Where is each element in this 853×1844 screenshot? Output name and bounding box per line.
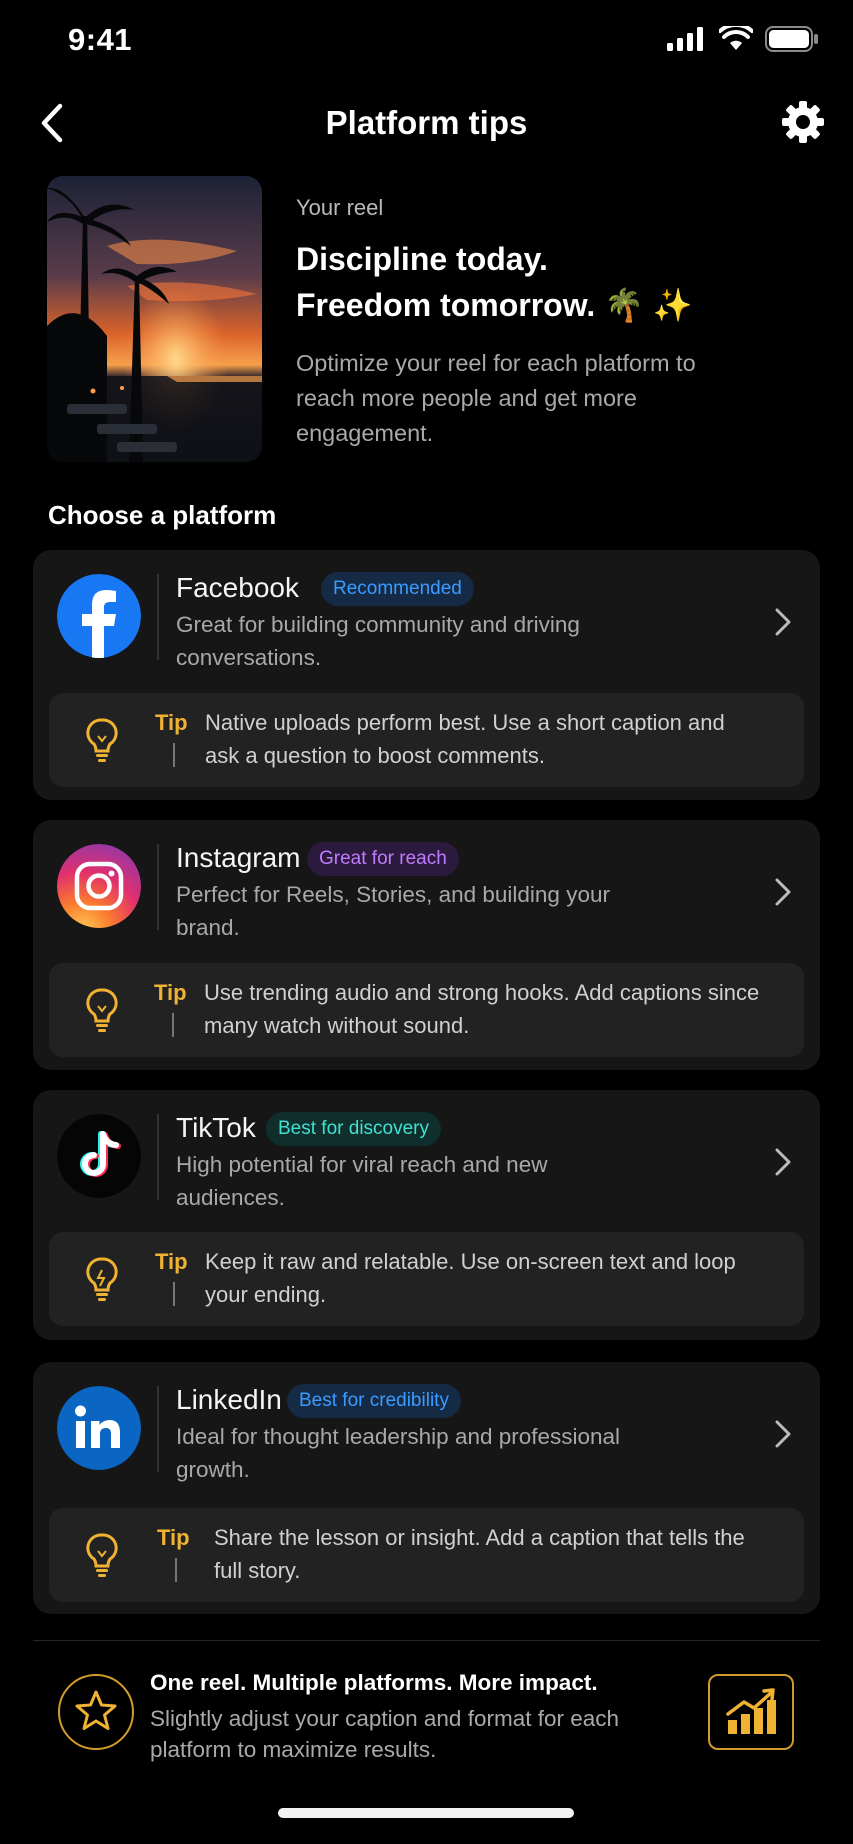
tip-text: Use trending audio and strong hooks. Add… xyxy=(204,980,760,1038)
chevron-right-icon[interactable] xyxy=(772,1416,794,1452)
facebook-logo-icon xyxy=(57,574,141,658)
star-badge xyxy=(58,1674,134,1750)
tip-divider xyxy=(172,1013,174,1037)
tip-box: Tip Keep it raw and relatable. Use on-sc… xyxy=(49,1232,804,1326)
lightbulb-icon xyxy=(86,988,118,1032)
status-time: 9:41 xyxy=(68,22,133,57)
star-icon xyxy=(75,1690,117,1730)
chevron-right-icon[interactable] xyxy=(772,1144,794,1180)
tiktok-logo-icon xyxy=(57,1114,141,1198)
page-title: Platform tips xyxy=(325,104,528,141)
lightbulb-icon xyxy=(86,1257,118,1301)
tip-label: Tip xyxy=(155,710,188,735)
lightbulb-icon xyxy=(86,718,118,762)
platform-card-facebook[interactable]: Facebook Recommended Great for building … xyxy=(33,550,820,800)
platform-description: Great for building community and driving… xyxy=(176,612,580,670)
analytics-button[interactable] xyxy=(708,1674,794,1750)
platform-card-instagram[interactable]: Instagram Great for reach Perfect for Re… xyxy=(33,820,820,1070)
platform-name: Facebook xyxy=(176,572,299,603)
platform-description: High potential for viral reach and new a… xyxy=(176,1152,548,1210)
instagram-logo-icon xyxy=(57,844,141,928)
tip-divider xyxy=(173,743,175,767)
platform-name: TikTok xyxy=(176,1112,256,1143)
tip-box: Tip Use trending audio and strong hooks.… xyxy=(49,963,804,1057)
platform-badge: Recommended xyxy=(321,572,474,606)
chevron-right-icon[interactable] xyxy=(772,604,794,640)
divider xyxy=(157,1114,159,1200)
tip-label: Tip xyxy=(155,1249,188,1274)
section-label: Choose a platform xyxy=(48,500,277,530)
tip-divider xyxy=(173,1282,175,1306)
reel-thumbnail[interactable] xyxy=(47,176,262,462)
reel-kicker: Your reel xyxy=(296,195,384,220)
battery-icon xyxy=(765,26,818,52)
platform-description: Perfect for Reels, Stories, and building… xyxy=(176,882,610,940)
growth-chart-icon xyxy=(726,1688,776,1734)
tip-box: Tip Native uploads perform best. Use a s… xyxy=(49,693,804,787)
platform-badge: Great for reach xyxy=(307,842,459,876)
signal-icon xyxy=(667,27,703,51)
footer-divider xyxy=(33,1640,820,1641)
chevron-right-icon[interactable] xyxy=(772,874,794,910)
tip-text: Share the lesson or insight. Add a capti… xyxy=(214,1525,745,1583)
platform-name: Instagram xyxy=(176,842,301,873)
home-indicator[interactable] xyxy=(278,1808,574,1818)
tip-label: Tip xyxy=(154,980,187,1005)
reel-title-line-1: Discipline today. xyxy=(296,241,548,277)
platform-name: LinkedIn xyxy=(176,1384,282,1415)
platform-card-tiktok[interactable]: TikTok Best for discovery High potential… xyxy=(33,1090,820,1340)
tip-text: Keep it raw and relatable. Use on-screen… xyxy=(205,1249,736,1307)
status-icons xyxy=(667,26,819,52)
divider xyxy=(157,574,159,660)
gear-icon[interactable] xyxy=(779,98,827,146)
platform-badge: Best for credibility xyxy=(287,1384,461,1418)
footer-title: One reel. Multiple platforms. More impac… xyxy=(150,1670,598,1695)
platform-description: Ideal for thought leadership and profess… xyxy=(176,1424,621,1482)
tip-box: Tip Share the lesson or insight. Add a c… xyxy=(49,1508,804,1602)
platform-card-linkedin[interactable]: LinkedIn Best for credibility Ideal for … xyxy=(33,1362,820,1614)
lightbulb-icon xyxy=(86,1533,118,1577)
divider xyxy=(157,844,159,930)
divider xyxy=(157,1386,159,1472)
wifi-icon xyxy=(719,26,753,50)
tip-divider xyxy=(175,1558,177,1582)
tip-text: Native uploads perform best. Use a short… xyxy=(205,710,725,768)
footer-description: Slightly adjust your caption and format … xyxy=(150,1706,620,1762)
reel-description: Optimize your reel for each platform to … xyxy=(296,350,696,446)
reel-title: Discipline today. Freedom tomorrow. 🌴 ✨ xyxy=(296,236,816,328)
linkedin-logo-icon xyxy=(57,1386,141,1470)
tip-label: Tip xyxy=(157,1525,190,1550)
reel-title-line-2: Freedom tomorrow. 🌴 ✨ xyxy=(296,287,693,323)
platform-badge: Best for discovery xyxy=(266,1112,441,1146)
